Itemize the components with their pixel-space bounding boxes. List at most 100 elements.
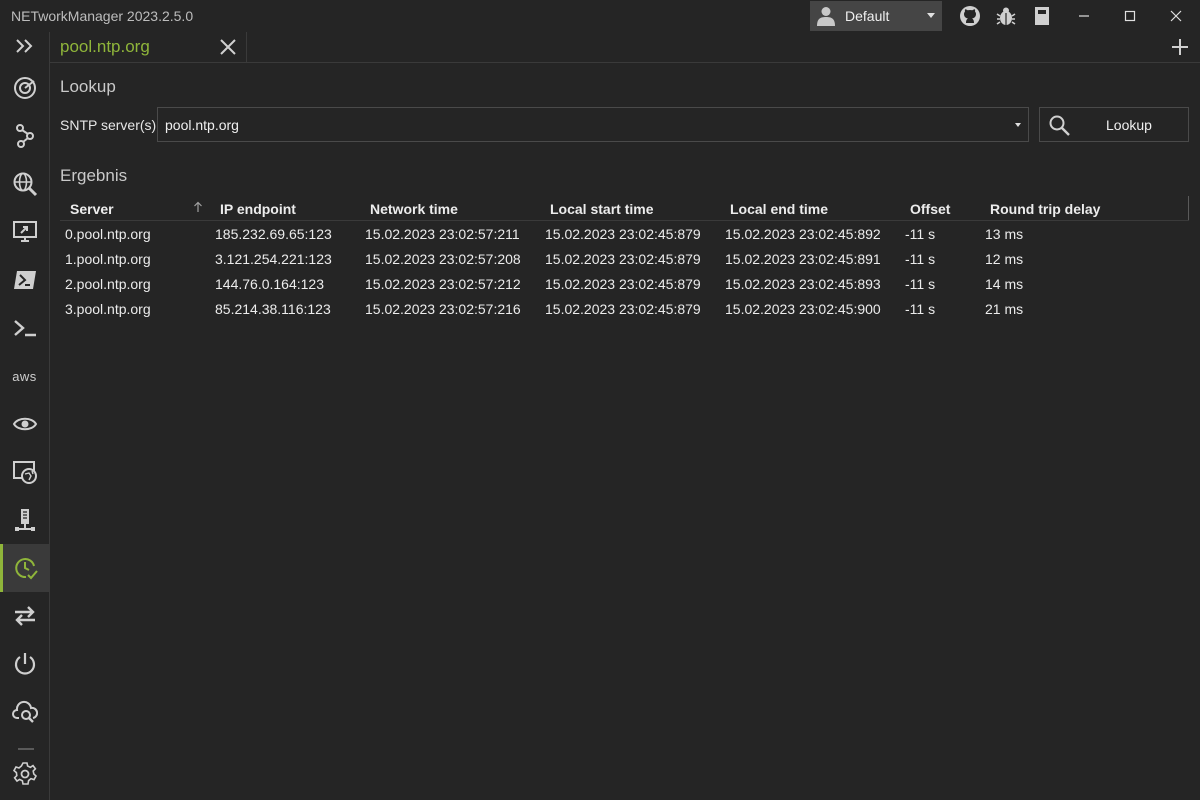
settings-icon [12,762,37,785]
user-icon [817,7,835,26]
cell-local-end-time: 15.02.2023 23:02:45:893 [725,276,881,292]
web-browser-icon [12,461,37,484]
app-title: NETworkManager 2023.2.5.0 [11,8,194,24]
dashboard-icon [13,77,36,99]
sidebar-item-settings[interactable] [0,750,49,798]
result-section-title: Ergebnis [60,166,128,185]
tightvnc-icon [12,417,37,431]
cell-local-end-time: 15.02.2023 23:02:45:900 [725,301,881,317]
sort-ascending-icon [194,201,202,212]
tab-pool-ntp[interactable]: pool.ntp.org [50,32,247,63]
lookup-section-title: Lookup [60,77,116,96]
column-header-local-start-time[interactable]: Local start time [550,201,653,217]
column-header-offset[interactable]: Offset [910,201,950,217]
close-tab-icon[interactable] [219,38,237,56]
documentation-icon[interactable] [1031,5,1053,27]
chevron-down-icon[interactable] [1015,123,1021,127]
sidebar-item-network-connections[interactable] [0,112,49,160]
sidebar-item-snmp[interactable] [0,496,49,544]
snmp-icon [14,509,35,531]
sntp-server-value: pool.ntp.org [165,117,239,133]
cell-server: 0.pool.ntp.org [65,226,151,242]
cell-server: 1.pool.ntp.org [65,251,151,267]
cell-round-trip-delay: 14 ms [985,276,1024,292]
sidebar-item-sntp-lookup[interactable] [0,544,49,592]
cell-offset: -11 s [905,251,936,267]
sidebar-item-powershell[interactable] [0,256,49,304]
profile-label: Default [845,8,890,24]
add-tab-icon[interactable] [1170,37,1190,57]
cell-offset: -11 s [905,276,936,292]
sntp-server-combobox[interactable]: pool.ntp.org [157,107,1029,142]
connections-icon [14,606,35,626]
tab-label: pool.ntp.org [60,37,150,56]
sidebar-item-web-browser[interactable] [0,448,49,496]
cell-network-time: 15.02.2023 23:02:57:211 [365,226,520,242]
whois-icon [11,700,38,723]
remote-desktop-icon [12,221,37,242]
table-row[interactable]: 3.pool.ntp.org 85.214.38.116:123 15.02.2… [60,296,1189,321]
results-table: Server IP endpoint Network time Local st… [60,196,1189,321]
sidebar-item-putty[interactable] [0,304,49,352]
column-resize-handle[interactable] [1188,196,1189,220]
sidebar-item-web-console[interactable] [0,160,49,208]
cell-local-end-time: 15.02.2023 23:02:45:891 [725,251,881,267]
table-row[interactable]: 1.pool.ntp.org 3.121.254.221:123 15.02.2… [60,246,1189,271]
cell-server: 3.pool.ntp.org [65,301,151,317]
cell-ip-endpoint: 185.232.69.65:123 [215,226,332,242]
expand-icon [15,39,32,53]
cell-offset: -11 s [905,226,936,242]
profile-select[interactable]: Default [810,1,942,31]
github-icon[interactable] [959,5,981,27]
maximize-icon [1124,10,1136,22]
cell-ip-endpoint: 85.214.38.116:123 [215,301,331,317]
web-console-icon [13,172,37,197]
putty-icon [13,320,36,337]
table-header: Server IP endpoint Network time Local st… [60,196,1189,221]
column-header-round-trip-delay[interactable]: Round trip delay [990,201,1100,217]
chevron-down-icon [927,13,935,18]
maximize-button[interactable] [1107,0,1153,32]
bug-icon[interactable] [995,5,1017,27]
sidebar-item-remote-desktop[interactable] [0,208,49,256]
cell-round-trip-delay: 12 ms [985,251,1024,267]
column-header-local-end-time[interactable]: Local end time [730,201,828,217]
cell-round-trip-delay: 21 ms [985,301,1024,317]
cell-ip-endpoint: 3.121.254.221:123 [215,251,332,267]
cell-network-time: 15.02.2023 23:02:57:216 [365,301,521,317]
table-row[interactable]: 0.pool.ntp.org 185.232.69.65:123 15.02.2… [60,221,1189,246]
cell-ip-endpoint: 144.76.0.164:123 [215,276,324,292]
aws-session-manager-icon: aws [12,368,37,384]
sidebar: aws [0,32,50,800]
sidebar-expand-button[interactable] [0,26,49,66]
cell-local-end-time: 15.02.2023 23:02:45:892 [725,226,881,242]
minimize-button[interactable] [1061,0,1107,32]
cell-offset: -11 s [905,301,936,317]
network-connections-icon [15,124,34,148]
lookup-button[interactable]: Lookup [1039,107,1189,142]
column-header-ip-endpoint[interactable]: IP endpoint [220,201,296,217]
search-icon [1049,115,1070,136]
sntp-lookup-icon [15,558,38,580]
column-header-network-time[interactable]: Network time [370,201,458,217]
close-window-button[interactable] [1153,0,1199,32]
cell-server: 2.pool.ntp.org [65,276,151,292]
minimize-icon [1079,15,1089,17]
close-icon [1170,10,1182,22]
wake-on-lan-icon [14,653,35,675]
cell-network-time: 15.02.2023 23:02:57:212 [365,276,521,292]
cell-local-start-time: 15.02.2023 23:02:45:879 [545,226,701,242]
cell-local-start-time: 15.02.2023 23:02:45:879 [545,251,701,267]
cell-local-start-time: 15.02.2023 23:02:45:879 [545,301,701,317]
sidebar-item-whois[interactable] [0,688,49,736]
table-row[interactable]: 2.pool.ntp.org 144.76.0.164:123 15.02.20… [60,271,1189,296]
sidebar-item-wake-on-lan[interactable] [0,640,49,688]
tab-bar: pool.ntp.org [50,32,1200,63]
sidebar-item-aws-session-manager[interactable]: aws [0,352,49,400]
sidebar-item-tightvnc[interactable] [0,400,49,448]
column-header-server[interactable]: Server [70,201,114,217]
sidebar-item-dashboard[interactable] [0,64,49,112]
cell-network-time: 15.02.2023 23:02:57:208 [365,251,521,267]
cell-round-trip-delay: 13 ms [985,226,1024,242]
sidebar-item-connections[interactable] [0,592,49,640]
